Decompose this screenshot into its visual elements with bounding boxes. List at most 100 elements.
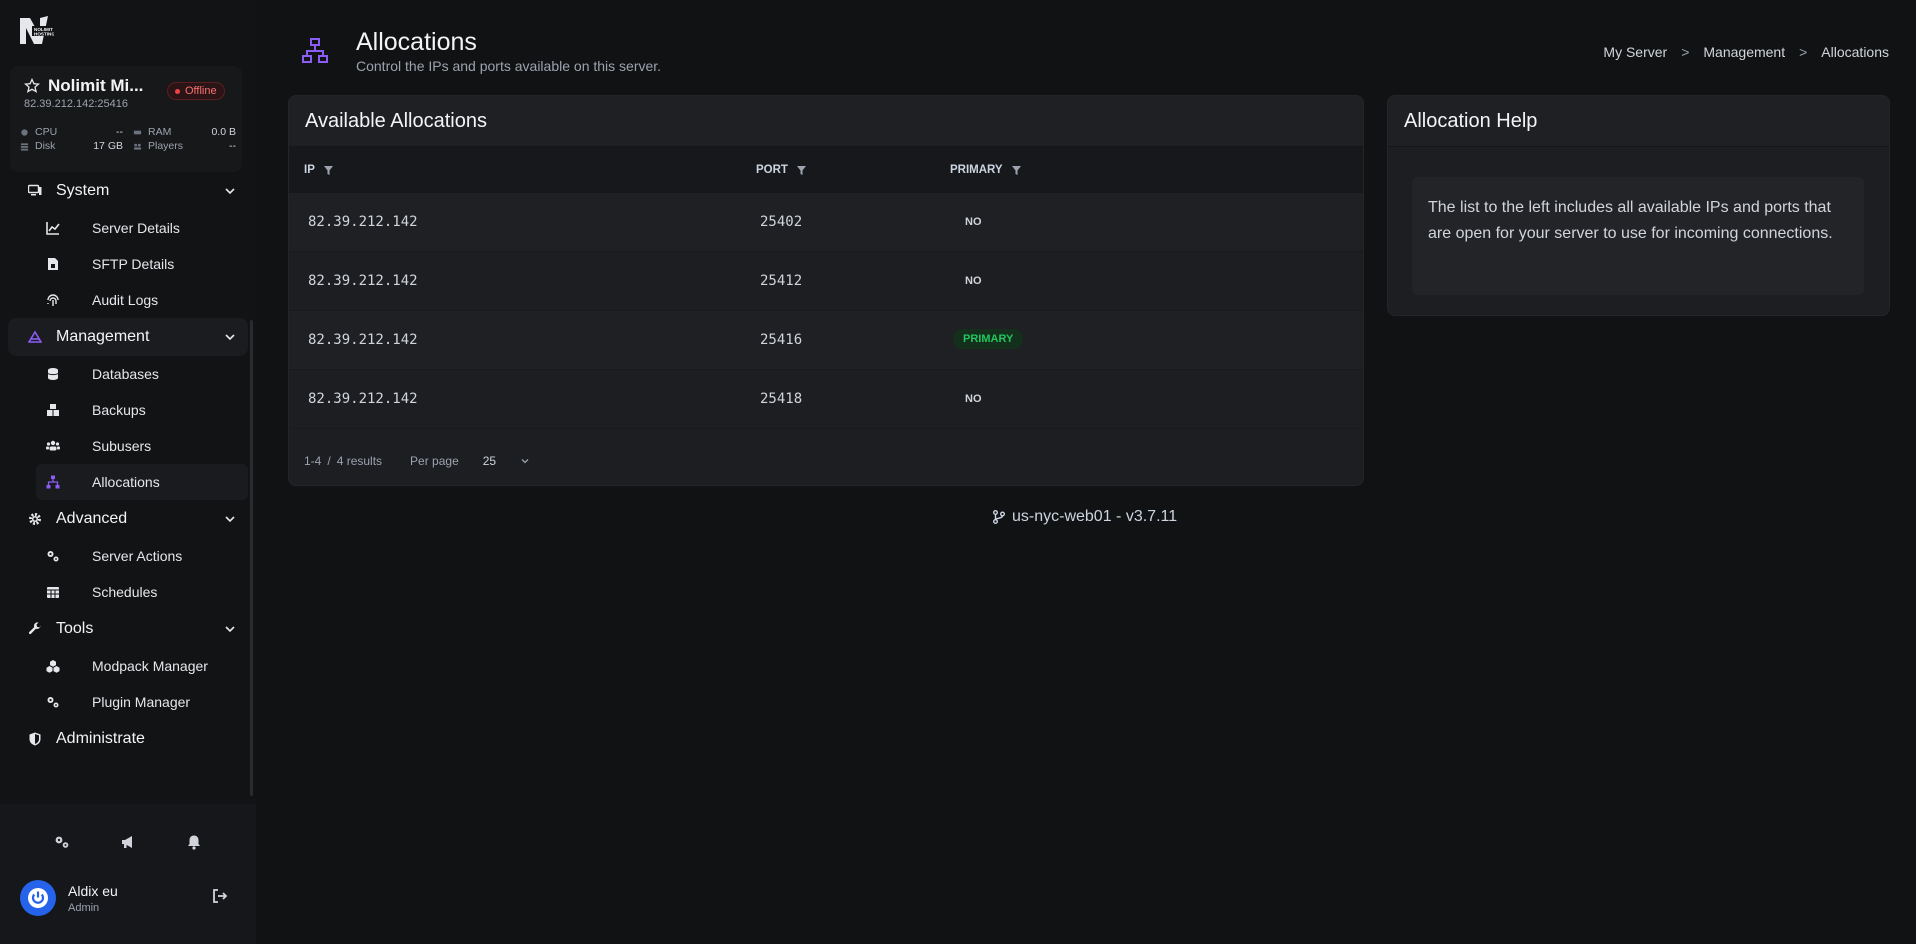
stat-value: -- (116, 126, 123, 138)
stat-value: -- (229, 140, 236, 152)
sidebar-item-label: Server Details (92, 220, 180, 236)
chevron-down-icon (225, 334, 235, 341)
chevron-down-icon (225, 188, 235, 195)
breadcrumb-link[interactable]: Management (1703, 44, 1785, 60)
megaphone-icon[interactable] (120, 834, 136, 850)
primary-badge[interactable]: NO (959, 391, 988, 407)
sidebar-item-audit-logs[interactable]: Audit Logs (36, 282, 248, 318)
primary-badge[interactable]: NO (959, 273, 988, 289)
sidebar-item-server-details[interactable]: Server Details (36, 210, 248, 246)
sidebar-item-plugin-manager[interactable]: Plugin Manager (36, 684, 248, 720)
sidebar: NOLIMIT HOSTING Nolimit Mi... Offline 82… (0, 0, 256, 944)
calendar-icon (47, 587, 59, 598)
logout-icon[interactable] (212, 888, 228, 904)
column-header-port[interactable]: PORT (756, 164, 806, 176)
bell-icon[interactable] (186, 834, 202, 850)
power-icon (28, 888, 48, 908)
sidebar-item-label: SFTP Details (92, 256, 175, 272)
version-footer: us-nyc-web01 - v3.7.11 (992, 508, 1177, 526)
star-icon[interactable] (24, 78, 40, 94)
gears-icon (47, 697, 59, 708)
sidebar-footer: Aldix eu Admin (0, 804, 256, 944)
breadcrumb-link[interactable]: My Server (1603, 44, 1667, 60)
quick-actions (0, 834, 256, 850)
chevron-down-icon[interactable] (520, 456, 530, 466)
gears-icon (47, 551, 59, 562)
ip-cell: 82.39.212.142 (308, 332, 418, 348)
shield-icon (29, 732, 41, 746)
filter-icon[interactable] (323, 165, 333, 175)
page-title: Allocations (356, 28, 477, 56)
status-badge: Offline (167, 82, 225, 100)
svg-text:HOSTING: HOSTING (34, 32, 54, 37)
nav-section-label: Tools (56, 620, 94, 637)
port-cell: 25416 (760, 332, 803, 348)
page-subtitle: Control the IPs and ports available on t… (356, 58, 662, 74)
nav-section-administrate[interactable]: Administrate (8, 720, 248, 758)
server-card[interactable]: Nolimit Mi... Offline 82.39.212.142:2541… (10, 66, 242, 172)
stat-label: Disk (35, 140, 56, 152)
nav-section-label: Advanced (56, 510, 128, 527)
sidebar-item-backups[interactable]: Backups (36, 392, 248, 428)
cubes-icon (46, 660, 60, 673)
per-page-label: Per page (410, 453, 459, 468)
cpu-icon (21, 128, 28, 136)
breadcrumb: My Server > Management > Allocations (1603, 44, 1889, 60)
sidebar-item-modpack-manager[interactable]: Modpack Manager (36, 648, 248, 684)
column-label: PORT (756, 164, 788, 176)
nav-section-system[interactable]: System (8, 172, 248, 210)
allocations-panel: Available Allocations IP PORT PRIMARY 82… (288, 95, 1364, 486)
database-icon (47, 368, 59, 380)
column-header-ip[interactable]: IP (304, 164, 333, 176)
brand-logo[interactable]: NOLIMIT HOSTING (18, 14, 54, 46)
stat-cpu: CPU -- (20, 126, 123, 138)
table-row[interactable]: 82.39.212.142 25402 NO (289, 193, 1363, 252)
sidebar-nav: System Server Details SFTP Details Audit… (0, 172, 256, 758)
sidebar-item-label: Backups (92, 402, 146, 418)
port-cell: 25402 (760, 214, 803, 230)
nav-section-tools[interactable]: Tools (8, 610, 248, 648)
version-text: us-nyc-web01 - v3.7.11 (1012, 508, 1178, 525)
chevron-down-icon (225, 516, 235, 523)
gears-icon[interactable] (54, 834, 70, 850)
sidebar-item-server-actions[interactable]: Server Actions (36, 538, 248, 574)
primary-badge[interactable]: NO (959, 214, 988, 230)
user-profile[interactable]: Aldix eu Admin (20, 880, 118, 916)
nav-section-label: Management (56, 328, 150, 345)
filter-icon[interactable] (1011, 165, 1021, 175)
monitor-icon (28, 184, 42, 196)
sidebar-item-label: Allocations (92, 474, 160, 490)
table-row[interactable]: 82.39.212.142 25416 PRIMARY (289, 311, 1363, 370)
column-header-primary[interactable]: PRIMARY (950, 164, 1021, 176)
chevron-down-icon (225, 626, 235, 633)
sidebar-item-subusers[interactable]: Subusers (36, 428, 248, 464)
network-icon (302, 38, 328, 63)
table-row[interactable]: 82.39.212.142 25412 NO (289, 252, 1363, 311)
table-header: IP PORT PRIMARY (289, 147, 1363, 193)
sidebar-item-sftp-details[interactable]: SFTP Details (36, 246, 248, 282)
sidebar-item-databases[interactable]: Databases (36, 356, 248, 392)
stat-disk: Disk 17 GB (20, 140, 123, 152)
gear-icon (29, 513, 41, 525)
pagination-results: 4 results (336, 453, 383, 468)
nav-section-label: Administrate (56, 730, 145, 747)
sidebar-scrollbar[interactable] (250, 320, 253, 796)
per-page-select[interactable]: 25 (483, 454, 496, 468)
sidebar-item-schedules[interactable]: Schedules (36, 574, 248, 610)
nav-section-management[interactable]: Management (8, 318, 248, 356)
status-dot-icon (175, 88, 180, 94)
file-lock-icon (48, 258, 58, 270)
server-name: Nolimit Mi... (48, 76, 144, 95)
sidebar-item-label: Databases (92, 366, 159, 382)
sidebar-item-label: Modpack Manager (92, 658, 208, 674)
table-row[interactable]: 82.39.212.142 25418 NO (289, 370, 1363, 429)
nav-section-advanced[interactable]: Advanced (8, 500, 248, 538)
sidebar-item-label: Server Actions (92, 548, 183, 564)
primary-badge: PRIMARY (953, 329, 1024, 349)
avatar[interactable] (20, 880, 56, 916)
filter-icon[interactable] (796, 165, 806, 175)
sidebar-item-allocations[interactable]: Allocations (36, 464, 248, 500)
stat-label: RAM (148, 126, 172, 138)
column-label: PRIMARY (950, 164, 1003, 176)
user-role: Admin (68, 901, 100, 914)
